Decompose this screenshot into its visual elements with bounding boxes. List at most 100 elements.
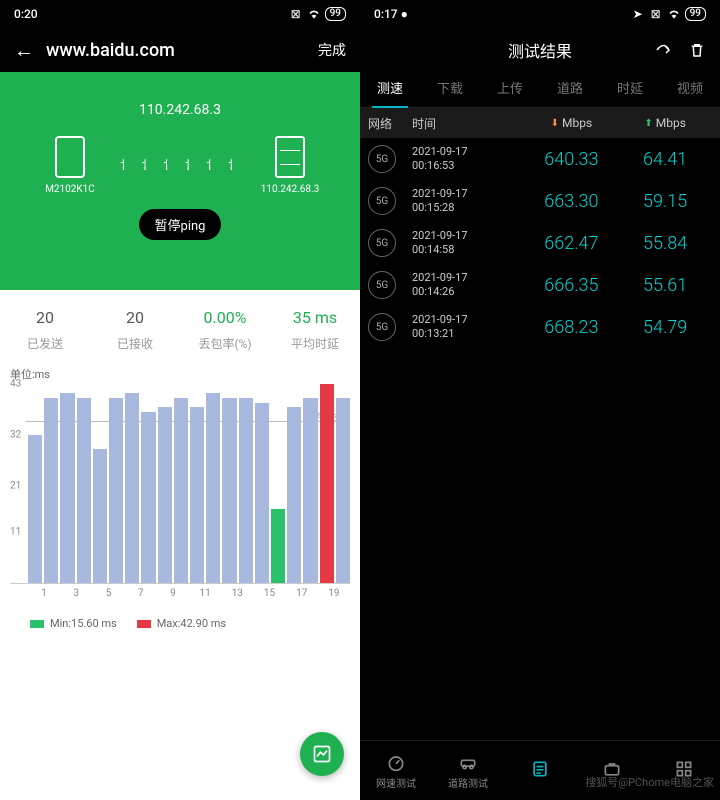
- row-down: 668.23: [525, 317, 619, 338]
- result-row[interactable]: 5G2021-09-1700:16:53640.3364.41: [360, 138, 720, 180]
- network-badge: 5G: [368, 271, 396, 299]
- header-bar: ← www.baidu.com 完成: [0, 28, 360, 72]
- stats-row: 20 20 0.00% 35 ms: [0, 290, 360, 331]
- server-label: 110.242.68.3: [261, 184, 320, 195]
- watermark: 搜狐号@PChome电脑之家: [585, 774, 714, 790]
- nav-more[interactable]: [648, 741, 720, 800]
- result-row[interactable]: 5G2021-09-1700:14:26666.3555.61: [360, 264, 720, 306]
- tab-0[interactable]: 测速: [360, 72, 420, 107]
- row-down: 662.47: [525, 233, 619, 254]
- phone-device: M2102K1C: [30, 136, 110, 195]
- row-up: 59.15: [618, 191, 712, 212]
- row-up: 55.84: [618, 233, 712, 254]
- stat-sent-value: 20: [0, 308, 90, 327]
- phone-icon: [55, 136, 85, 178]
- battery-icon: 99: [685, 7, 706, 21]
- server-device: 110.242.68.3: [250, 136, 330, 195]
- nav-roadtest[interactable]: 道路测试: [432, 741, 504, 800]
- status-bar: 0:20 ⊠ 99: [0, 0, 360, 28]
- ping-screen: 0:20 ⊠ 99 ← www.baidu.com 完成 110.242.68.…: [0, 0, 360, 800]
- ping-panel: 110.242.68.3 M2102K1C ⸶ ⸶ ⸶ ⸶ ⸶ ⸶ 110.24…: [0, 72, 360, 290]
- tab-3[interactable]: 道路: [540, 72, 600, 107]
- latency-chart: 11213243平均时延: [10, 384, 350, 584]
- done-button[interactable]: 完成: [318, 40, 346, 60]
- chart-bar: [141, 412, 155, 583]
- chart-bar: [206, 393, 220, 583]
- stat-loss-label: 丢包率(%): [180, 335, 270, 352]
- share-icon[interactable]: [654, 41, 672, 59]
- chart-fab[interactable]: [300, 732, 344, 776]
- th-time: 时间: [412, 115, 525, 132]
- results-list: 5G2021-09-1700:16:53640.3364.415G2021-09…: [360, 138, 720, 348]
- page-title: 测试结果: [508, 38, 572, 62]
- nav-tools[interactable]: [576, 741, 648, 800]
- row-down: 663.30: [525, 191, 619, 212]
- wifi-icon: [307, 7, 321, 21]
- chart-bar: [303, 398, 317, 583]
- stat-sent-label: 已发送: [0, 335, 90, 352]
- network-badge: 5G: [368, 229, 396, 257]
- clock: 0:20: [14, 7, 38, 21]
- tab-5[interactable]: 视频: [660, 72, 720, 107]
- status-bar: 0:17 ● ➤ ⊠ 99: [360, 0, 720, 28]
- down-arrow-icon: ⬇: [551, 118, 559, 129]
- battery-icon: 99: [325, 7, 346, 21]
- chart-legend: Min:15.60 ms Max:42.90 ms: [10, 599, 350, 630]
- clock: 0:17 ●: [374, 7, 408, 21]
- swatch-green: [30, 620, 44, 628]
- tab-1[interactable]: 下载: [420, 72, 480, 107]
- result-row[interactable]: 5G2021-09-1700:13:21668.2354.79: [360, 306, 720, 348]
- car-icon: [458, 752, 478, 772]
- swatch-red: [137, 620, 151, 628]
- chart-bar: [109, 398, 123, 583]
- chart-icon: [312, 744, 332, 764]
- row-time: 2021-09-1700:16:53: [412, 145, 525, 174]
- ip-label: 110.242.68.3: [139, 102, 221, 118]
- header-bar: 测试结果: [360, 28, 720, 72]
- row-up: 54.79: [618, 317, 712, 338]
- row-time: 2021-09-1700:13:21: [412, 313, 525, 342]
- chart-bar: [77, 398, 91, 583]
- chart-bar: [28, 435, 42, 583]
- tab-4[interactable]: 时延: [600, 72, 660, 107]
- th-up: ⬆Mbps: [618, 116, 712, 130]
- chart-bar: [320, 384, 334, 583]
- gauge-icon: [386, 752, 406, 772]
- back-icon[interactable]: ←: [14, 38, 34, 63]
- wifi-icon: [667, 7, 681, 21]
- pause-ping-button[interactable]: 暂停ping: [139, 209, 222, 240]
- tab-2[interactable]: 上传: [480, 72, 540, 107]
- chart-bar: [44, 398, 58, 583]
- legend-max: Max:42.90 ms: [137, 617, 226, 630]
- status-icons: ⊠ 99: [289, 7, 346, 21]
- status-icons: ➤ ⊠ 99: [631, 7, 706, 21]
- chart-bar: [60, 393, 74, 583]
- chart-bar: [190, 407, 204, 583]
- chart-bar: [93, 449, 107, 583]
- result-row[interactable]: 5G 2021-09-1700:15:28663.3059.15: [360, 180, 720, 222]
- stat-recv-label: 已接收: [90, 335, 180, 352]
- nav-speedtest[interactable]: 网速测试: [360, 741, 432, 800]
- up-arrow-icon: ⬆: [644, 118, 652, 129]
- nav-results[interactable]: [504, 741, 576, 800]
- chart-unit: 单位:ms: [10, 366, 350, 382]
- chart-bar: [255, 403, 269, 583]
- network-badge: 5G: [368, 187, 396, 215]
- legend-min: Min:15.60 ms: [30, 617, 117, 630]
- chart-bar: [222, 398, 236, 583]
- result-row[interactable]: 5G2021-09-1700:14:58662.4755.84: [360, 222, 720, 264]
- list-icon: [530, 759, 550, 779]
- row-down: 640.33: [525, 149, 619, 170]
- row-time: 2021-09-1700:15:28: [412, 187, 525, 216]
- chart-bar: [287, 407, 301, 583]
- location-icon: ➤: [631, 7, 645, 21]
- result-tabs: 测速下载上传道路时延视频: [360, 72, 720, 108]
- url-text: www.baidu.com: [46, 40, 306, 61]
- chart-bar: [125, 393, 139, 583]
- chart-bar: [271, 509, 285, 583]
- row-time: 2021-09-1700:14:26: [412, 271, 525, 300]
- trash-icon[interactable]: [688, 41, 706, 59]
- nfc-icon: ⊠: [649, 7, 663, 21]
- chart-bar: [174, 398, 188, 583]
- device-row: M2102K1C ⸶ ⸶ ⸶ ⸶ ⸶ ⸶ 110.242.68.3: [0, 136, 360, 195]
